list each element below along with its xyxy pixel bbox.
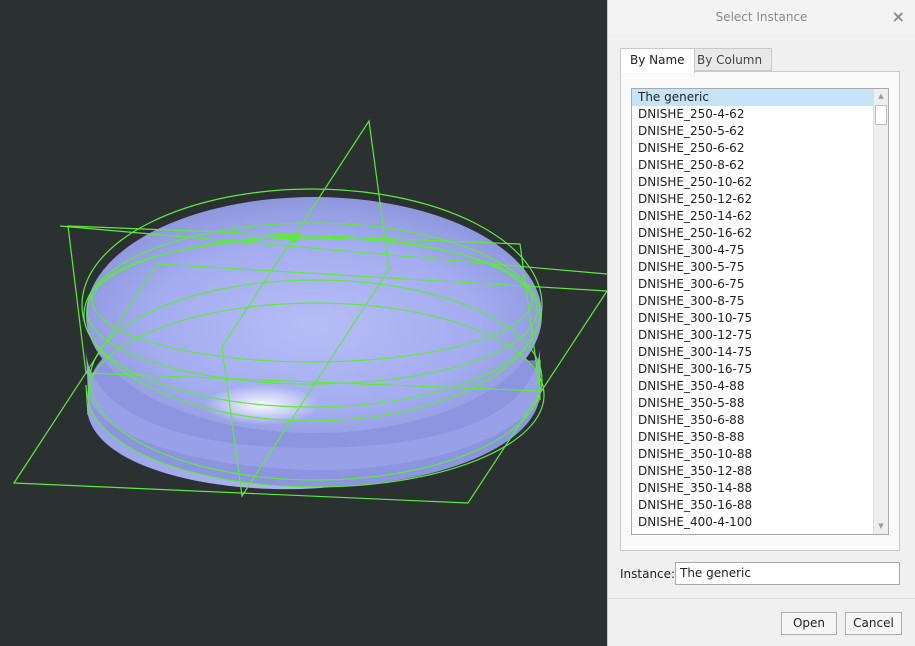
list-item[interactable]: DNISHE_350-5-88 <box>632 395 873 412</box>
close-icon[interactable]: × <box>892 7 905 27</box>
list-item[interactable]: DNISHE_400-4-100 <box>632 514 873 531</box>
list-item[interactable]: DNISHE_350-14-88 <box>632 480 873 497</box>
list-item[interactable]: DNISHE_300-12-75 <box>632 327 873 344</box>
instance-field[interactable]: The generic <box>675 562 900 585</box>
list-item[interactable]: DNISHE_250-8-62 <box>632 157 873 174</box>
list-item[interactable]: DNISHE_250-6-62 <box>632 140 873 157</box>
list-item[interactable]: DNISHE_300-6-75 <box>632 276 873 293</box>
list-item[interactable]: DNISHE_350-4-88 <box>632 378 873 395</box>
button-divider <box>608 598 915 599</box>
tab-by-name[interactable]: By Name <box>620 48 695 73</box>
instance-list-items: The generic DNISHE_250-4-62 DNISHE_250-5-6… <box>632 89 873 531</box>
open-button[interactable]: Open <box>781 612 837 635</box>
list-item[interactable]: DNISHE_250-12-62 <box>632 191 873 208</box>
dialog-title: Select Instance <box>715 10 808 24</box>
dialog-titlebar[interactable]: Select Instance × <box>608 0 915 34</box>
list-item[interactable]: DNISHE_300-16-75 <box>632 361 873 378</box>
instance-label: Instance: <box>620 567 676 581</box>
list-item[interactable]: DNISHE_350-16-88 <box>632 497 873 514</box>
instance-list[interactable]: The generic DNISHE_250-4-62 DNISHE_250-5-6… <box>631 88 889 535</box>
list-item[interactable]: DNISHE_350-10-88 <box>632 446 873 463</box>
tab-by-column[interactable]: By Column <box>687 48 773 71</box>
chevron-down-icon[interactable]: ▼ <box>874 519 888 534</box>
scrollbar-thumb[interactable] <box>875 105 887 125</box>
list-item[interactable]: DNISHE_350-6-88 <box>632 412 873 429</box>
list-item[interactable]: DNISHE_250-16-62 <box>632 225 873 242</box>
cancel-button[interactable]: Cancel <box>845 612 902 635</box>
list-item[interactable]: DNISHE_300-4-75 <box>632 242 873 259</box>
list-item[interactable]: DNISHE_250-10-62 <box>632 174 873 191</box>
list-item[interactable]: DNISHE_300-5-75 <box>632 259 873 276</box>
chevron-up-icon[interactable]: ▲ <box>874 89 888 104</box>
select-instance-dialog: Select Instance × By Name By Column The … <box>607 0 915 646</box>
list-scrollbar[interactable]: ▲ ▼ <box>873 89 888 534</box>
3d-viewport[interactable] <box>0 0 607 646</box>
list-item[interactable]: DNISHE_350-12-88 <box>632 463 873 480</box>
list-item[interactable]: DNISHE_250-5-62 <box>632 123 873 140</box>
list-item[interactable]: DNISHE_300-8-75 <box>632 293 873 310</box>
model-view[interactable] <box>0 0 607 646</box>
list-item[interactable]: DNISHE_300-10-75 <box>632 310 873 327</box>
list-item[interactable]: DNISHE_250-4-62 <box>632 106 873 123</box>
list-item[interactable]: DNISHE_300-14-75 <box>632 344 873 361</box>
list-item[interactable]: The generic <box>632 89 873 106</box>
tab-panel-by-name: The generic DNISHE_250-4-62 DNISHE_250-5-6… <box>620 71 900 551</box>
list-item[interactable]: DNISHE_350-8-88 <box>632 429 873 446</box>
list-item[interactable]: DNISHE_250-14-62 <box>632 208 873 225</box>
